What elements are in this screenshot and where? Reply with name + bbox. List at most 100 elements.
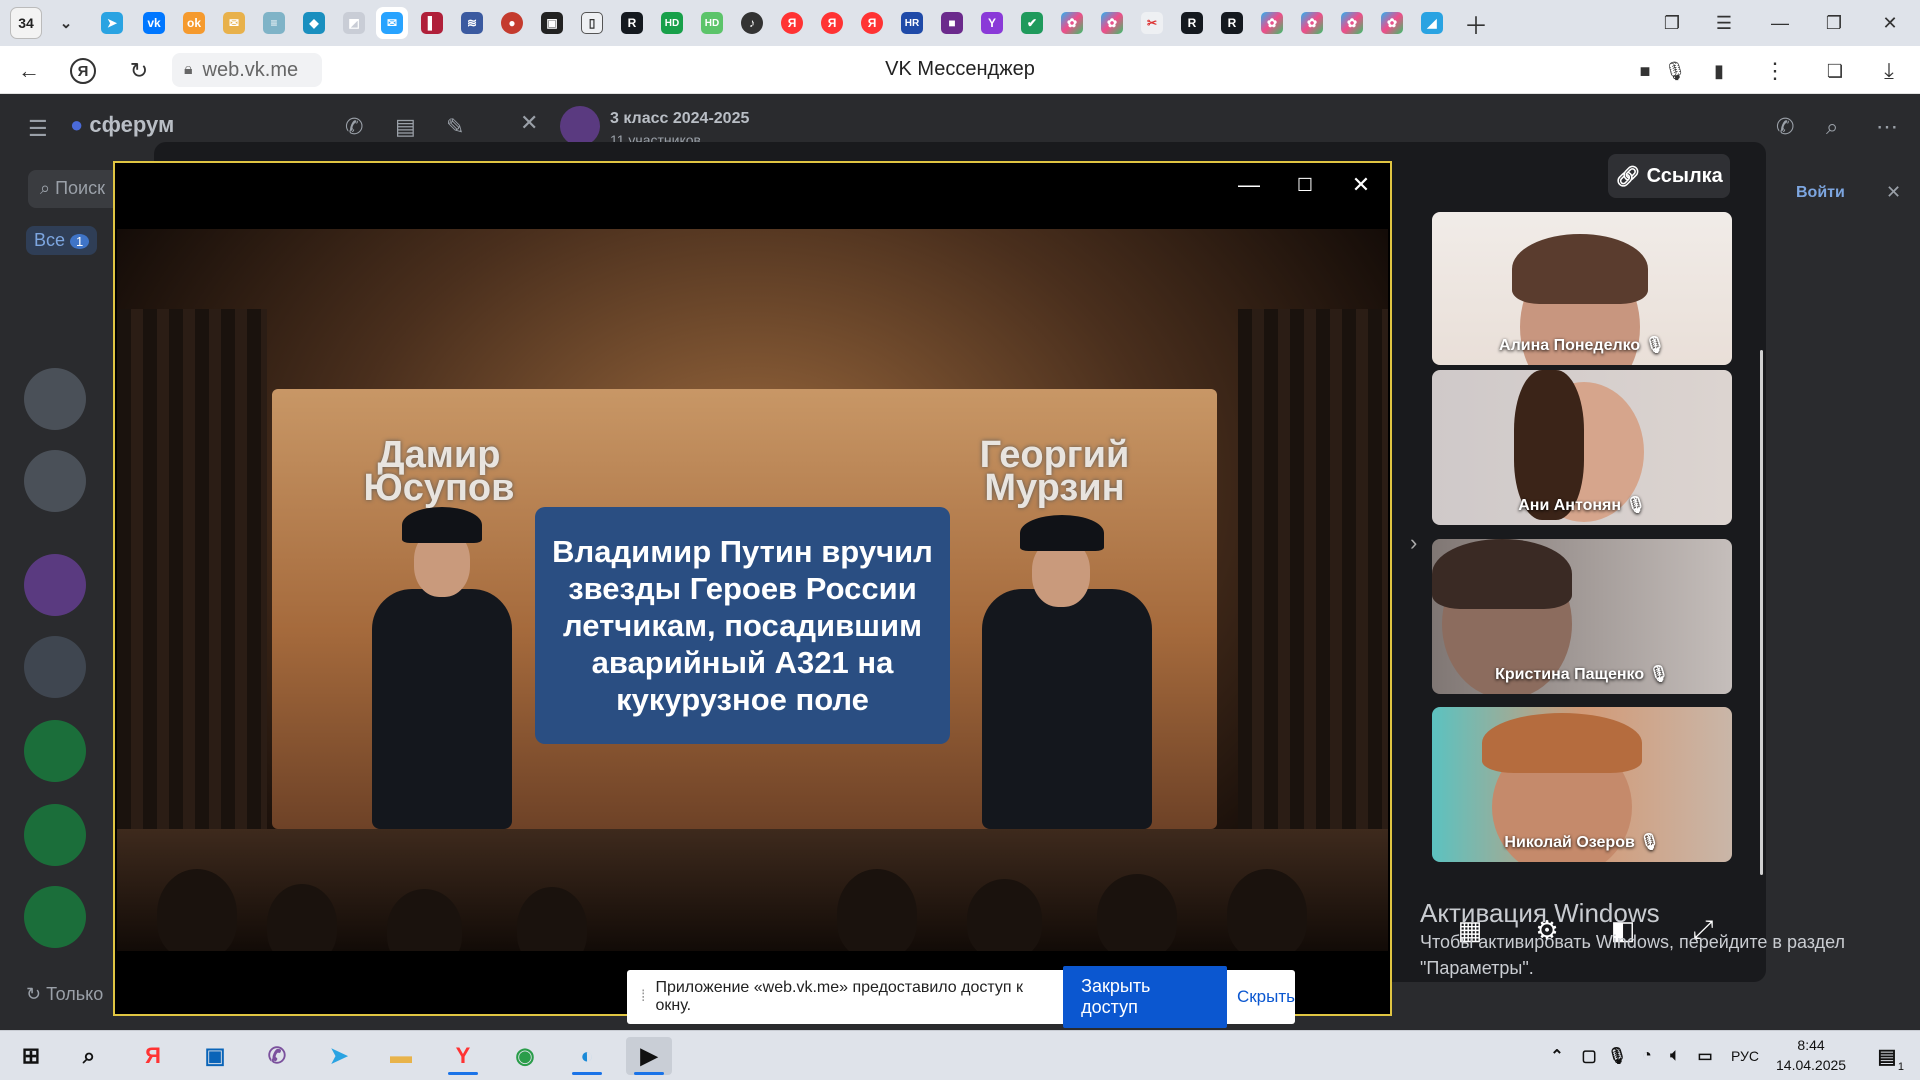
- avatar[interactable]: [24, 886, 86, 948]
- tab-generic-15[interactable]: ✿: [1256, 7, 1288, 39]
- minimize-icon[interactable]: —: [1762, 8, 1798, 38]
- maximize-icon[interactable]: ☐: [1285, 169, 1325, 201]
- search-icon[interactable]: ⌕: [1826, 114, 1838, 140]
- tab-generic-18[interactable]: ✿: [1376, 7, 1408, 39]
- new-tab-plus-icon[interactable]: ＋: [1460, 7, 1492, 40]
- tab-document[interactable]: ▯: [576, 7, 608, 39]
- tab-yandex-1[interactable]: Я: [776, 7, 808, 39]
- close-icon[interactable]: ✕: [1872, 8, 1908, 38]
- tab-generic-3[interactable]: ◩: [338, 7, 370, 39]
- tab-vk-messenger-active[interactable]: ✉: [376, 7, 408, 39]
- tab-generic-10[interactable]: Y: [976, 7, 1008, 39]
- tab-hd-2[interactable]: HD: [696, 7, 728, 39]
- tab-generic-11[interactable]: ✔: [1016, 7, 1048, 39]
- more-vertical-icon[interactable]: ⋮: [1760, 56, 1790, 86]
- copy-link-button[interactable]: 🔗︎ Ссылка: [1608, 154, 1730, 198]
- tab-generic-13[interactable]: ✿: [1096, 7, 1128, 39]
- windows-start-icon[interactable]: ⊞: [8, 1037, 54, 1075]
- tab-hr[interactable]: HR: [896, 7, 928, 39]
- filter-all[interactable]: Все 1: [26, 226, 98, 255]
- tab-generic-6[interactable]: ●: [496, 7, 528, 39]
- tab-generic-16[interactable]: ✿: [1296, 7, 1328, 39]
- tab-generic-5[interactable]: ≋: [456, 7, 488, 39]
- tab-yandex-3[interactable]: Я: [856, 7, 888, 39]
- notifications-icon[interactable]: ▤ 1: [1864, 1037, 1910, 1075]
- shared-video-window[interactable]: — ☐ ✕ Дамир Юсупов Георгий Мурзин Владим…: [113, 161, 1392, 1016]
- clock[interactable]: 8:44 14.04.2025: [1776, 1035, 1846, 1075]
- tab-hd-1[interactable]: HD: [656, 7, 688, 39]
- scrollbar[interactable]: [1760, 350, 1763, 875]
- more-icon[interactable]: ⋯: [1876, 114, 1898, 140]
- dismiss-icon[interactable]: ✕: [1886, 182, 1901, 203]
- participant-tile[interactable]: Кристина Пащенко 🎙︎: [1432, 539, 1732, 694]
- site-icon: ◢: [1421, 12, 1443, 34]
- reading-list-icon[interactable]: ❏: [1820, 56, 1850, 86]
- tab-yandex-2[interactable]: Я: [816, 7, 848, 39]
- minimize-icon[interactable]: —: [1229, 169, 1269, 201]
- tab-rutube-2[interactable]: R: [1176, 7, 1208, 39]
- tab-mail[interactable]: ✉: [218, 7, 250, 39]
- tab-generic-9[interactable]: ■: [936, 7, 968, 39]
- media-player-icon[interactable]: ▶: [626, 1037, 672, 1075]
- edge-icon[interactable]: ◐: [564, 1037, 610, 1075]
- close-icon[interactable]: ✕: [1341, 169, 1381, 201]
- file-explorer-icon[interactable]: ▬: [378, 1037, 424, 1075]
- phone-icon[interactable]: ✆: [1776, 114, 1794, 140]
- tab-vk[interactable]: vk: [138, 7, 170, 39]
- camera-icon[interactable]: ■: [1630, 56, 1660, 86]
- call-add-icon[interactable]: ✆: [345, 114, 363, 140]
- tab-generic-19[interactable]: ◢: [1416, 7, 1448, 39]
- avatar[interactable]: [24, 368, 86, 430]
- tab-generic-12[interactable]: ✿: [1056, 7, 1088, 39]
- avatar[interactable]: [24, 450, 86, 512]
- stop-sharing-button[interactable]: Закрыть доступ: [1063, 966, 1227, 1028]
- tab-generic-7[interactable]: ▣: [536, 7, 568, 39]
- join-button[interactable]: Войти: [1796, 184, 1845, 202]
- tab-generic-14[interactable]: ✂: [1136, 7, 1168, 39]
- participant-tile[interactable]: Николай Озеров 🎙︎: [1432, 707, 1732, 862]
- tab-generic-1[interactable]: ≡: [258, 7, 290, 39]
- participant-tile[interactable]: Ани Антонян 🎙︎: [1432, 370, 1732, 525]
- outlook-icon[interactable]: ▣: [192, 1037, 238, 1075]
- compose-icon[interactable]: ✎: [446, 114, 464, 140]
- hide-notice-link[interactable]: Скрыть: [1237, 987, 1295, 1007]
- tab-telegram[interactable]: ➤: [96, 7, 128, 39]
- tab-generic-8[interactable]: ♪: [736, 7, 768, 39]
- microphone-icon[interactable]: 🎙︎: [1660, 56, 1690, 86]
- restore-icon[interactable]: ❐: [1816, 8, 1852, 38]
- avatar[interactable]: [24, 636, 86, 698]
- hamburger-icon[interactable]: ☰: [28, 116, 48, 142]
- tab-counter[interactable]: 34: [10, 7, 42, 39]
- bookmark-icon[interactable]: ▮: [1704, 56, 1734, 86]
- menu-icon[interactable]: ☰: [1706, 8, 1742, 38]
- back-arrow-icon[interactable]: ←: [14, 56, 44, 86]
- tab-generic-2[interactable]: ◆: [298, 7, 330, 39]
- language-indicator[interactable]: РУС: [1722, 1037, 1768, 1075]
- url-field[interactable]: 🔒︎ web.vk.me: [172, 53, 322, 87]
- tab-generic-4[interactable]: ▌: [416, 7, 448, 39]
- participant-tile[interactable]: Алина Понеделко 🎙︎: [1432, 212, 1732, 365]
- avatar[interactable]: [24, 554, 86, 616]
- close-chat-icon[interactable]: ✕: [520, 110, 538, 136]
- tab-rutube-1[interactable]: R: [616, 7, 648, 39]
- drag-handle-icon[interactable]: ⁞: [641, 988, 645, 1006]
- yandex-icon[interactable]: Я: [130, 1037, 176, 1075]
- tab-collections-icon[interactable]: ❐: [1654, 8, 1690, 38]
- tab-ok[interactable]: ok: [178, 7, 210, 39]
- viber-icon[interactable]: ✆: [254, 1037, 300, 1075]
- reload-icon[interactable]: ↻: [124, 56, 154, 86]
- avatar[interactable]: [24, 804, 86, 866]
- avatar[interactable]: [24, 720, 86, 782]
- expand-chevron-icon[interactable]: ›: [1410, 530, 1417, 556]
- download-icon[interactable]: ⤓: [1874, 56, 1904, 86]
- chrome-icon[interactable]: ◉: [502, 1037, 548, 1075]
- telegram-icon[interactable]: ➤: [316, 1037, 362, 1075]
- search-icon[interactable]: ⌕: [66, 1037, 112, 1075]
- tab-generic-17[interactable]: ✿: [1336, 7, 1368, 39]
- yandex-home-icon[interactable]: Я: [70, 58, 96, 84]
- tab-rutube-3[interactable]: R: [1216, 7, 1248, 39]
- tab-list-chevron-icon[interactable]: ⌄: [50, 7, 82, 39]
- yandex-browser-icon[interactable]: Y: [440, 1037, 486, 1075]
- only-filter[interactable]: ↻ Только: [26, 984, 103, 1005]
- archive-icon[interactable]: ▤: [395, 114, 416, 140]
